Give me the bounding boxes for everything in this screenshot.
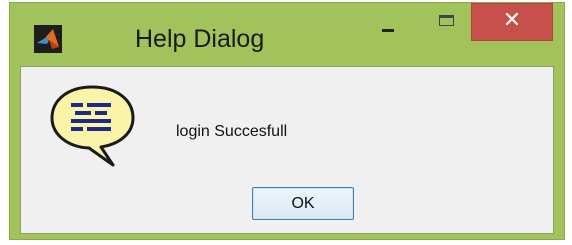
dialog-message: login Succesfull [176, 123, 288, 140]
matlab-logo-icon [34, 25, 62, 53]
window-title: Help Dialog [135, 25, 265, 53]
minimize-icon [382, 29, 394, 32]
maximize-icon [439, 15, 454, 26]
ok-button[interactable]: OK [252, 187, 354, 220]
dialog-body: login Succesfull OK [20, 66, 554, 234]
close-icon: ✕ [502, 8, 522, 33]
close-button[interactable]: ✕ [471, 3, 553, 41]
title-bar[interactable]: Help Dialog ✕ [10, 3, 564, 66]
minimize-button[interactable] [365, 3, 410, 43]
help-speech-bubble-icon [50, 85, 135, 167]
help-dialog-window: Help Dialog ✕ login Succesfull OK [9, 2, 565, 240]
maximize-button[interactable] [424, 3, 469, 43]
